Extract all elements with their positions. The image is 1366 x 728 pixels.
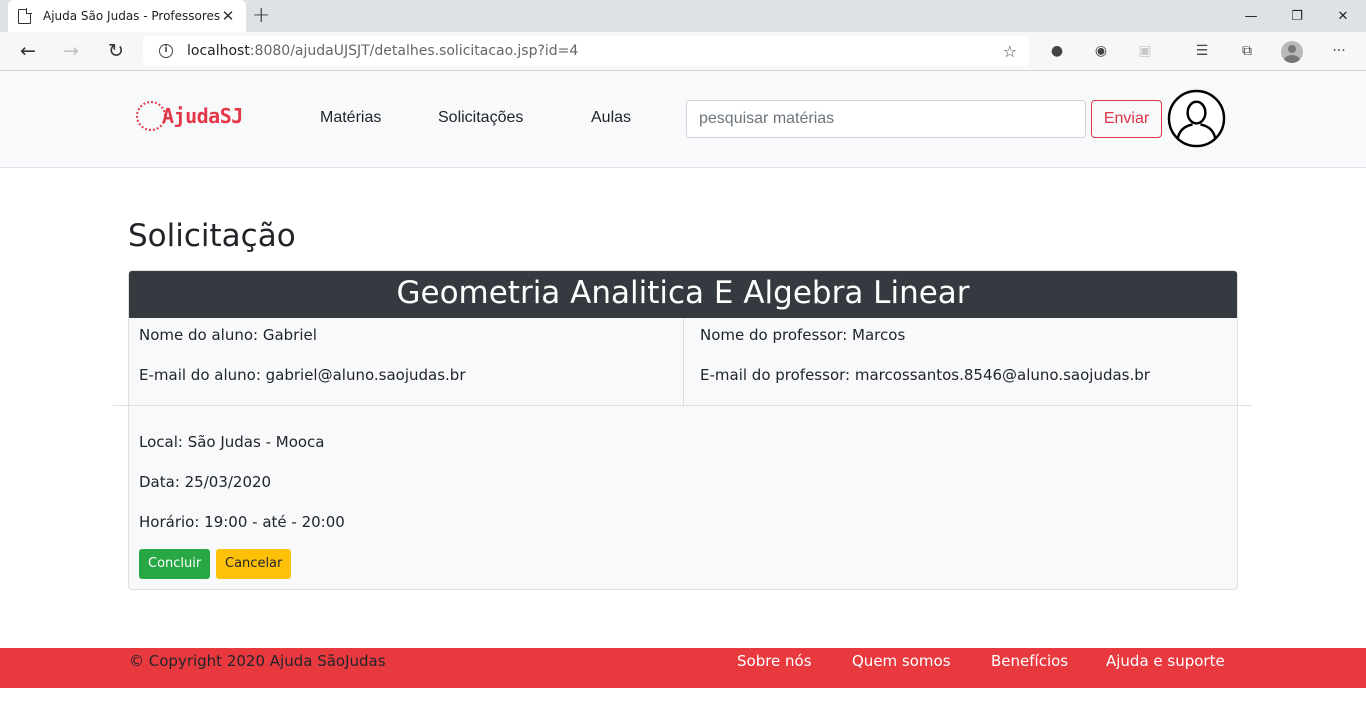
tab-title: Ajuda São Judas - Professores: [43, 9, 220, 23]
nav-link-solicitacoes[interactable]: Solicitações: [438, 109, 523, 127]
new-tab-icon[interactable]: +: [252, 3, 270, 28]
back-arrow-icon[interactable]: ←: [13, 36, 43, 66]
extension-3-icon[interactable]: ▣: [1135, 41, 1155, 61]
site-navbar: AjudaSJ Matérias Solicitações Aulas Envi…: [0, 71, 1366, 168]
student-column: Nome do aluno: Gabriel E-mail do aluno: …: [129, 318, 683, 407]
search-input[interactable]: [686, 100, 1086, 138]
browser-tabstrip: Ajuda São Judas - Professores ✕ + — ❐ ✕: [0, 0, 1366, 32]
browser-tab[interactable]: Ajuda São Judas - Professores ✕: [8, 0, 246, 32]
page-title: Solicitação: [128, 218, 296, 254]
send-button[interactable]: Enviar: [1091, 100, 1162, 138]
close-window-icon[interactable]: ✕: [1320, 0, 1366, 32]
footer-link-sobre[interactable]: Sobre nós: [737, 652, 812, 670]
divider: [113, 405, 1252, 406]
footer-link-ajuda[interactable]: Ajuda e suporte: [1106, 652, 1225, 670]
minimize-icon[interactable]: —: [1228, 0, 1274, 32]
request-details: Local: São Judas - Mooca Data: 25/03/202…: [129, 407, 1237, 579]
url-path: :8080/ajudaUJSJT/detalhes.solicitacao.js…: [249, 43, 579, 59]
restore-icon[interactable]: ❐: [1274, 0, 1320, 32]
student-email: E-mail do aluno: gabriel@aluno.saojudas.…: [139, 366, 466, 384]
student-name: Nome do aluno: Gabriel: [139, 326, 317, 344]
page-icon: [18, 8, 32, 24]
brand-text: AjudaSJ: [162, 104, 243, 128]
brand-logo[interactable]: AjudaSJ: [136, 101, 243, 131]
info-icon[interactable]: i: [159, 44, 173, 58]
teacher-email: E-mail do professor: marcossantos.8546@a…: [700, 366, 1150, 384]
teacher-column: Nome do professor: Marcos E-mail do prof…: [683, 318, 1237, 407]
more-menu-icon[interactable]: ···: [1329, 41, 1349, 61]
url-text: localhost:8080/ajudaUJSJT/detalhes.solic…: [187, 43, 1003, 59]
refresh-icon[interactable]: ↻: [101, 36, 131, 66]
teacher-name: Nome do professor: Marcos: [700, 326, 906, 344]
cancel-button[interactable]: Cancelar: [216, 549, 292, 579]
favorite-star-icon[interactable]: ☆: [1003, 42, 1017, 61]
profile-icon[interactable]: [1281, 41, 1303, 63]
url-host: localhost: [187, 43, 250, 59]
nav-link-materias[interactable]: Matérias: [320, 109, 381, 127]
conclude-button[interactable]: Concluir: [139, 549, 211, 579]
address-bar[interactable]: i localhost:8080/ajudaUJSJT/detalhes.sol…: [143, 36, 1029, 66]
nav-link-aulas[interactable]: Aulas: [591, 109, 631, 127]
footer-link-beneficios[interactable]: Benefícios: [991, 652, 1068, 670]
participants-row: Nome do aluno: Gabriel E-mail do aluno: …: [129, 318, 1237, 407]
footer-link-quem-somos[interactable]: Quem somos: [852, 652, 951, 670]
close-tab-icon[interactable]: ✕: [220, 7, 236, 25]
collections-icon[interactable]: ⧉: [1237, 41, 1257, 61]
time-text: Horário: 19:00 - até - 20:00: [139, 513, 345, 531]
favorites-icon[interactable]: ☰: [1192, 41, 1212, 61]
extension-2-icon[interactable]: ◉: [1091, 41, 1111, 61]
user-avatar-icon[interactable]: [1167, 89, 1226, 148]
subject-header: Geometria Analitica E Algebra Linear: [129, 271, 1237, 318]
date-text: Data: 25/03/2020: [139, 473, 272, 491]
extension-icon[interactable]: ●: [1047, 41, 1067, 61]
site-footer: © Copyright 2020 Ajuda SãoJudas Sobre nó…: [0, 648, 1366, 688]
copyright-text: © Copyright 2020 Ajuda SãoJudas: [129, 652, 386, 670]
window-controls: — ❐ ✕: [1228, 0, 1366, 32]
request-card: Geometria Analitica E Algebra Linear Nom…: [128, 270, 1238, 590]
location-text: Local: São Judas - Mooca: [139, 433, 325, 451]
browser-toolbar: ← → ↻ i localhost:8080/ajudaUJSJT/detalh…: [0, 32, 1366, 71]
forward-arrow-icon[interactable]: →: [56, 36, 86, 66]
